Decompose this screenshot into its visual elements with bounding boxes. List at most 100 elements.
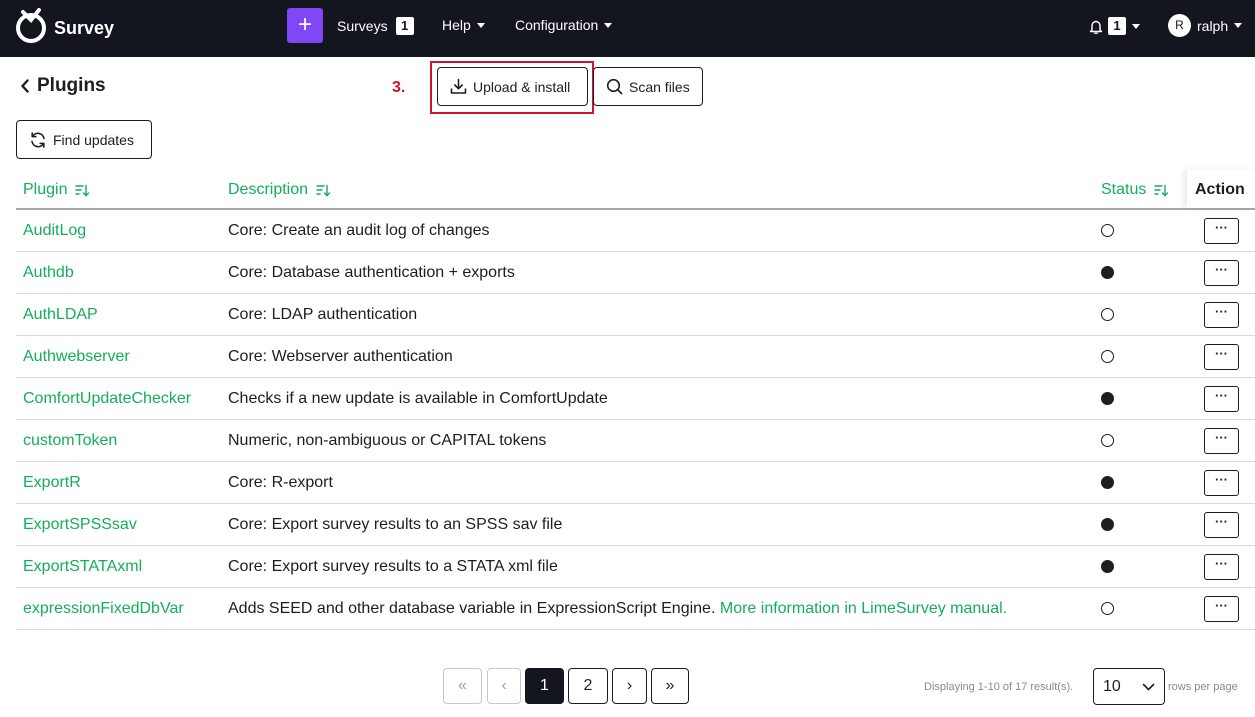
rows-per-page-label: rows per page <box>1168 681 1238 693</box>
caret-down-icon <box>1234 23 1243 28</box>
notifications-count-badge: 1 <box>1108 17 1126 35</box>
status-active-icon <box>1101 560 1114 573</box>
status-active-icon <box>1101 392 1114 405</box>
plugin-name-link[interactable]: AuditLog <box>23 222 86 240</box>
table-row: Authdb Core: Database authentication + e… <box>16 252 1255 294</box>
plugin-name-link[interactable]: ComfortUpdateChecker <box>23 390 191 408</box>
column-header-description[interactable]: Description <box>228 181 331 199</box>
pagination-previous-button[interactable]: ‹ <box>487 668 521 704</box>
nav-help-dropdown[interactable]: Help <box>442 17 485 33</box>
column-header-plugin-label: Plugin <box>23 181 68 198</box>
plugin-description: Core: Webserver authentication <box>228 348 453 365</box>
status-inactive-icon <box>1101 602 1114 615</box>
notifications-dropdown[interactable]: 1 <box>1089 17 1140 35</box>
column-header-status-label: Status <box>1101 181 1147 198</box>
column-header-status[interactable]: Status <box>1101 181 1169 199</box>
limesurvey-manual-link[interactable]: More information in LimeSurvey manual. <box>720 600 1007 617</box>
plugins-table: Plugin Description Status Action AuditLo… <box>16 170 1255 630</box>
plugin-name-link[interactable]: ExportR <box>23 474 81 492</box>
brand[interactable]: Survey <box>14 8 114 44</box>
row-actions-button[interactable]: ··· <box>1204 260 1239 286</box>
row-actions-button[interactable]: ··· <box>1204 596 1239 622</box>
plugin-name-link[interactable]: Authwebserver <box>23 348 130 366</box>
pagination-first-button[interactable]: « <box>443 668 482 704</box>
row-actions-button[interactable]: ··· <box>1204 554 1239 580</box>
plugin-name-link[interactable]: AuthLDAP <box>23 306 98 324</box>
table-header: Plugin Description Status Action <box>16 170 1255 210</box>
status-active-icon <box>1101 476 1114 489</box>
plugin-description: Core: R-export <box>228 474 333 491</box>
table-row: Authwebserver Core: Webserver authentica… <box>16 336 1255 378</box>
find-updates-button[interactable]: Find updates <box>16 120 152 159</box>
find-updates-label: Find updates <box>53 131 134 148</box>
create-new-button[interactable]: + <box>287 8 323 43</box>
pagination-last-button[interactable]: » <box>651 668 689 704</box>
brand-name: Survey <box>54 17 115 38</box>
table-row: AuditLog Core: Create an audit log of ch… <box>16 210 1255 252</box>
download-tray-icon <box>450 78 467 94</box>
user-name: ralph <box>1197 17 1229 34</box>
avatar: R <box>1168 14 1191 37</box>
table-row: expressionFixedDbVar Adds SEED and other… <box>16 588 1255 630</box>
row-actions-button[interactable]: ··· <box>1204 512 1239 538</box>
plugin-name-link[interactable]: customToken <box>23 432 117 450</box>
chevron-left-icon <box>21 79 29 93</box>
sort-icon <box>75 184 90 196</box>
table-row: ComfortUpdateChecker Checks if a new upd… <box>16 378 1255 420</box>
caret-down-icon <box>476 22 485 28</box>
search-icon <box>606 78 623 95</box>
row-actions-button[interactable]: ··· <box>1204 302 1239 328</box>
row-actions-button[interactable]: ··· <box>1204 386 1239 412</box>
back-to-previous-link[interactable]: Plugins <box>20 75 106 97</box>
plugin-description: Core: LDAP authentication <box>228 306 418 323</box>
row-actions-button[interactable]: ··· <box>1204 344 1239 370</box>
user-menu-dropdown[interactable]: R ralph <box>1168 14 1243 37</box>
caret-down-icon <box>604 22 613 28</box>
pagination-page-1[interactable]: 1 <box>525 668 564 704</box>
pagination-page-2[interactable]: 2 <box>568 668 608 704</box>
sort-icon <box>316 184 331 196</box>
pagination-next-button[interactable]: › <box>612 668 647 704</box>
surveys-count-badge: 1 <box>395 17 414 35</box>
page-size-value: 10 <box>1103 678 1121 695</box>
chevron-down-icon <box>1142 683 1155 691</box>
row-actions-button[interactable]: ··· <box>1204 470 1239 496</box>
row-actions-button[interactable]: ··· <box>1204 428 1239 454</box>
table-row: ExportSPSSsav Core: Export survey result… <box>16 504 1255 546</box>
table-row: AuthLDAP Core: LDAP authentication ··· <box>16 294 1255 336</box>
plugin-description: Adds SEED and other database variable in… <box>228 600 1007 618</box>
column-header-action: Action <box>1187 170 1255 208</box>
nav-surveys[interactable]: Surveys 1 <box>337 17 414 35</box>
plugin-description: Numeric, non-ambiguous or CAPITAL tokens <box>228 432 547 449</box>
plugin-name-link[interactable]: ExportSPSSsav <box>23 516 137 534</box>
table-row: ExportSTATAxml Core: Export survey resul… <box>16 546 1255 588</box>
column-header-description-label: Description <box>228 181 309 198</box>
table-row: ExportR Core: R-export ··· <box>16 462 1255 504</box>
status-active-icon <box>1101 518 1114 531</box>
upload-install-label: Upload & install <box>473 78 571 95</box>
plugin-name-link[interactable]: ExportSTATAxml <box>23 558 142 576</box>
nav-surveys-label: Surveys <box>337 18 388 34</box>
refresh-icon <box>31 131 45 148</box>
top-navbar: Survey + Surveys 1 Help Configuration 1 … <box>0 0 1255 57</box>
plugin-description: Core: Database authentication + exports <box>228 264 515 281</box>
nav-configuration-dropdown[interactable]: Configuration <box>515 17 613 33</box>
scan-files-label: Scan files <box>629 78 690 95</box>
upload-install-button[interactable]: Upload & install <box>437 67 588 106</box>
nav-configuration-label: Configuration <box>515 17 599 33</box>
plugin-description-text: Adds SEED and other database variable in… <box>228 600 716 617</box>
status-inactive-icon <box>1101 224 1114 237</box>
step-annotation: 3. <box>392 79 406 96</box>
column-header-plugin[interactable]: Plugin <box>23 181 90 199</box>
status-active-icon <box>1101 266 1114 279</box>
row-actions-button[interactable]: ··· <box>1204 218 1239 244</box>
plugin-description: Checks if a new update is available in C… <box>228 390 608 407</box>
plugin-name-link[interactable]: expressionFixedDbVar <box>23 600 184 618</box>
scan-files-button[interactable]: Scan files <box>593 67 703 106</box>
page-size-select[interactable]: 10 <box>1093 668 1165 705</box>
status-inactive-icon <box>1101 308 1114 321</box>
status-inactive-icon <box>1101 434 1114 447</box>
plugin-name-link[interactable]: Authdb <box>23 264 74 282</box>
limesurvey-logo-icon <box>16 8 46 43</box>
nav-help-label: Help <box>442 17 471 33</box>
